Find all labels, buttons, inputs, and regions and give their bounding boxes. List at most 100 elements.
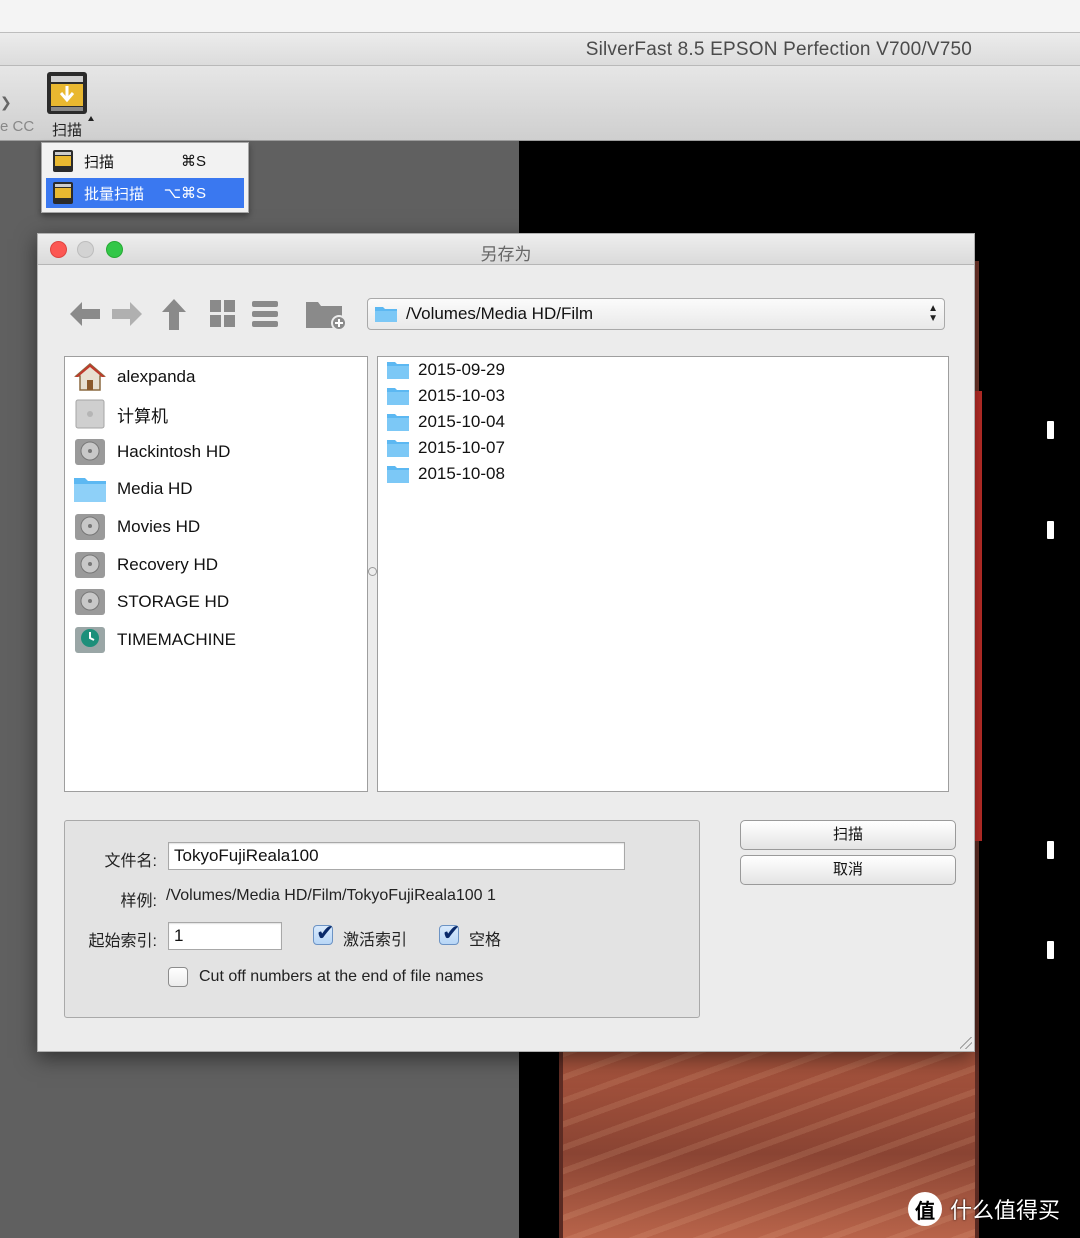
folder-icon [375,307,397,322]
back-arrow-icon[interactable] [68,296,102,332]
file-name: 2015-10-08 [418,464,505,483]
space-label: 空格 [469,932,502,949]
file-list: 2015-09-29 2015-10-03 2015-10-04 2015-10… [377,356,949,792]
path-text: /Volumes/Media HD/Film [406,304,594,323]
scan-toolbar-button[interactable] [44,70,90,116]
list-item[interactable]: 2015-10-03 [386,383,505,409]
harddisk-icon [73,549,107,581]
sidebar-item-label: Hackintosh HD [117,442,231,461]
filename-label: 文件名: [104,853,157,870]
up-arrow-icon[interactable] [160,296,188,332]
harddisk-icon [73,586,107,618]
example-value: /Volumes/Media HD/Film/TokyoFujiReala100… [166,887,496,904]
menu-item-batch-scan[interactable]: 批量扫描 ⌥⌘S [46,178,244,208]
example-label: 样例: [120,893,157,910]
folder-icon [387,440,409,457]
sidebar-item-recovery-hd[interactable]: Recovery HD [73,548,218,582]
icon-view-icon[interactable] [208,296,238,332]
checkmark-icon: ✔ [316,920,335,945]
sidebar-item-label: Recovery HD [117,555,219,574]
menu-item-label: 扫描 [84,153,115,171]
sidebar-item-hackintosh-hd[interactable]: Hackintosh HD [73,435,230,469]
menu-item-scan[interactable]: 扫描 ⌘S [46,146,244,176]
watermark-logo: 值 [908,1192,942,1226]
split-view-handle[interactable] [368,567,377,576]
scanner-icon [53,150,73,172]
file-name: 2015-09-29 [418,360,505,379]
updown-arrows-icon: ▲ ▼ [928,303,938,324]
sidebar-item-label: Media HD [117,479,193,498]
save-as-dialog: 另存为 /Volumes/Media HD/Film ▲ ▼ alexpanda … [37,233,975,1052]
sidebar-item-label: Movies HD [117,517,201,536]
resize-grip-icon[interactable] [960,1037,972,1049]
sidebar-item-label: TIMEMACHINE [117,630,236,649]
dialog-title: 另存为 [480,245,532,264]
watermark-text: 什么值得买 [950,1199,1061,1224]
toolbar-prev-label[interactable]: e CC [0,118,34,135]
harddisk-icon [73,511,107,543]
sidebar-item-label: alexpanda [117,367,196,386]
cutoff-numbers-checkbox[interactable] [168,967,188,987]
file-name: 2015-10-03 [418,386,505,405]
list-item[interactable]: 2015-09-29 [386,357,505,383]
sidebar-item-storage-hd[interactable]: STORAGE HD [73,585,229,619]
sidebar-item-movies-hd[interactable]: Movies HD [73,510,200,544]
list-item[interactable]: 2015-10-04 [386,409,505,435]
computer-icon [73,398,107,430]
watermark: 值 什么值得买 [908,1192,1060,1226]
app-toolbar: ❯ e CC 扫描 [0,66,1080,141]
scan-toolbar-label: 扫描 [52,122,83,139]
film-perforation [1047,421,1054,439]
home-icon [73,361,107,393]
list-view-icon[interactable] [250,296,280,332]
save-options-box: 文件名: 样例: /Volumes/Media HD/Film/TokyoFuj… [64,820,700,1018]
toolbar-arrow-icon: ❯ [0,94,12,110]
menu-item-label: 批量扫描 [84,185,145,203]
activate-index-label: 激活索引 [343,932,408,949]
menu-item-shortcut: ⌘S [180,153,206,170]
scanner-icon [47,72,87,114]
scan-button[interactable]: 扫描 [740,820,956,850]
activate-index-checkbox[interactable]: ✔ [313,920,334,945]
harddisk-icon [73,436,107,468]
file-name: 2015-10-07 [418,438,505,457]
start-index-field[interactable] [168,922,282,950]
sidebar-item-home[interactable]: alexpanda [73,360,195,394]
film-perforation [1047,941,1054,959]
folder-icon [73,473,107,505]
scanner-icon [53,182,73,204]
forward-arrow-icon[interactable] [110,296,144,332]
sidebar-item-timemachine[interactable]: TIMEMACHINE [73,623,236,657]
app-title-bar: SilverFast 8.5 EPSON Perfection V700/V75… [0,33,1080,66]
menu-item-shortcut: ⌥⌘S [163,185,206,202]
scan-menu: 扫描 ⌘S 批量扫描 ⌥⌘S [41,142,249,213]
space-checkbox[interactable]: ✔ [439,920,460,945]
path-popup-button[interactable]: /Volumes/Media HD/Film ▲ ▼ [367,298,945,330]
app-title: SilverFast 8.5 EPSON Perfection V700/V75… [585,39,972,60]
film-perforation [1047,521,1054,539]
cancel-button[interactable]: 取消 [740,855,956,885]
timemachine-icon [73,624,107,656]
sidebar-item-label: 计算机 [117,406,168,426]
new-folder-icon[interactable] [304,296,348,332]
sidebar-item-media-hd[interactable]: Media HD [73,472,193,506]
dropdown-caret-icon[interactable] [88,116,94,121]
start-index-label: 起始索引: [88,933,157,950]
sidebar: alexpanda 计算机 Hackintosh HD Media HD Mov… [64,356,368,792]
film-edge [974,391,982,841]
list-item[interactable]: 2015-10-08 [386,461,505,487]
filename-field[interactable] [168,842,625,870]
folder-icon [387,414,409,431]
dialog-title-bar: 另存为 [38,234,974,265]
checkmark-icon: ✔ [442,920,461,945]
sidebar-item-label: STORAGE HD [117,592,230,611]
folder-icon [387,388,409,405]
file-name: 2015-10-04 [418,412,505,431]
folder-icon [387,362,409,379]
film-perforation [1047,841,1054,859]
folder-icon [387,466,409,483]
cutoff-numbers-label: Cut off numbers at the end of file names [199,968,484,985]
menu-bar-strip [0,0,1080,33]
list-item[interactable]: 2015-10-07 [386,435,505,461]
sidebar-item-computer[interactable]: 计算机 [73,397,168,431]
